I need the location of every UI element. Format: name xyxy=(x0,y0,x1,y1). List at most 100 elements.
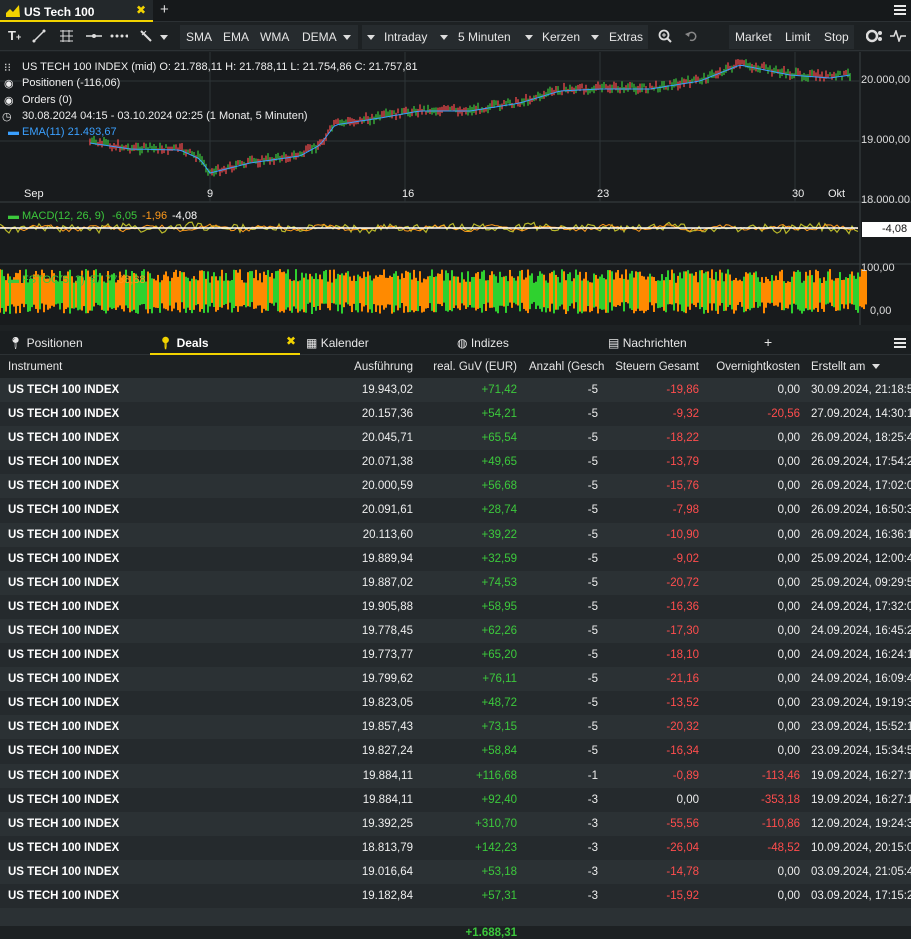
date-label-sep: Sep xyxy=(24,188,44,200)
market-order-button[interactable]: Market xyxy=(735,30,772,44)
hamburger-menu-icon[interactable] xyxy=(894,5,906,15)
dotted-line-icon[interactable] xyxy=(110,31,128,41)
table-row[interactable]: US TECH 100 INDEX 19.827,24 +58,84 -5 -16,34… xyxy=(0,739,911,764)
positions-toggle-icon[interactable]: ◉ xyxy=(4,77,14,90)
tab-news[interactable]: ▤ Nachrichten xyxy=(608,336,687,350)
tax-cell: -15,92 xyxy=(666,889,699,902)
deals-pin-icon: 📍︎ xyxy=(158,336,174,350)
positions-label[interactable]: Positionen (-116,06) xyxy=(22,77,120,89)
table-row[interactable]: US TECH 100 INDEX 19.889,94 +32,59 -5 -9,02 0… xyxy=(0,546,911,571)
col-tax[interactable]: Steuern Gesamt xyxy=(615,361,699,373)
table-row[interactable]: US TECH 100 INDEX 19.884,11 +92,40 -3 0,00 -3… xyxy=(0,787,911,812)
ema-button[interactable]: EMA xyxy=(223,30,249,44)
execution-cell: 19.889,94 xyxy=(361,552,413,565)
instrument-cell: US TECH 100 INDEX xyxy=(8,769,120,782)
drawing-tools-dropdown-icon[interactable] xyxy=(157,30,168,44)
stop-order-button[interactable]: Stop xyxy=(824,30,849,44)
interval-select[interactable]: 5 Minuten xyxy=(458,30,511,44)
tax-cell: -18,10 xyxy=(666,649,699,662)
table-row[interactable]: US TECH 100 INDEX 20.045,71 +65,54 -5 -18,22… xyxy=(0,426,911,451)
qty-cell: -5 xyxy=(587,528,598,541)
table-row[interactable]: US TECH 100 INDEX 19.905,88 +58,95 -5 -16,36… xyxy=(0,594,911,619)
qty-cell: -5 xyxy=(587,600,598,613)
price-label-20000: 20.000,00 xyxy=(861,74,910,86)
price-pane xyxy=(0,52,860,202)
line-tool-icon[interactable] xyxy=(32,29,46,43)
col-execution[interactable]: Ausführung xyxy=(354,361,413,373)
col-pnl[interactable]: real. GuV (EUR) xyxy=(433,361,517,373)
horizontal-line-icon[interactable] xyxy=(86,31,102,41)
extras-menu[interactable]: Extras xyxy=(609,30,643,44)
tab-calendar[interactable]: ▦ Kalender xyxy=(306,336,369,350)
table-row[interactable]: US TECH 100 INDEX 20.091,61 +28,74 -5 -7,98 0… xyxy=(0,498,911,523)
stoch-legend-marker: ▬ xyxy=(8,274,19,286)
tab-indices-label: Indizes xyxy=(470,336,509,350)
table-row[interactable]: US TECH 100 INDEX 19.943,02 +71,42 -5 -19,86… xyxy=(0,378,911,403)
created-cell: 23.09.2024, 19:19:36 xyxy=(811,697,911,710)
table-row[interactable]: US TECH 100 INDEX 18.813,79 +142,23 -3 -26,0… xyxy=(0,835,911,860)
panel-menu-icon[interactable] xyxy=(894,338,906,348)
wma-button[interactable]: WMA xyxy=(260,30,289,44)
indicators-dropdown-icon[interactable] xyxy=(340,30,351,44)
table-row[interactable]: US TECH 100 INDEX 19.778,45 +62,26 -5 -17,30… xyxy=(0,618,911,644)
table-row[interactable]: US TECH 100 INDEX 19.799,62 +76,11 -5 -21,16… xyxy=(0,667,911,692)
created-cell: 12.09.2024, 19:24:38 xyxy=(811,817,911,830)
close-tab-icon[interactable]: ✖ xyxy=(136,3,146,17)
tab-us-tech-100[interactable]: US Tech 100 ✖ xyxy=(0,0,153,22)
table-row[interactable]: US TECH 100 INDEX 19.884,11 +116,68 -1 -0,89… xyxy=(0,763,911,788)
overnight-cell: 0,00 xyxy=(777,889,800,902)
col-instrument[interactable]: Instrument xyxy=(8,361,62,373)
table-row[interactable]: US TECH 100 INDEX 20.000,59 +56,68 -5 -15,76… xyxy=(0,474,911,499)
tab-positions-label: Positionen xyxy=(26,336,83,350)
period-select[interactable]: Intraday xyxy=(384,30,427,44)
text-tool-icon[interactable]: T+ xyxy=(8,28,21,43)
chart-type-dropdown-icon[interactable] xyxy=(525,30,533,44)
table-row[interactable]: US TECH 100 INDEX 19.182,84 +57,31 -3 -15,92… xyxy=(0,883,911,909)
limit-order-button[interactable]: Limit xyxy=(785,30,810,44)
col-created[interactable]: Erstellt am xyxy=(811,361,880,373)
new-tab-button[interactable]: + xyxy=(160,1,169,18)
pnl-cell: +116,68 xyxy=(475,769,517,782)
period-dropdown-icon[interactable] xyxy=(367,30,375,44)
chart-settings-icon[interactable] xyxy=(866,29,884,43)
sort-desc-icon xyxy=(871,364,880,370)
table-row[interactable]: US TECH 100 INDEX 19.887,02 +74,53 -5 -20,72… xyxy=(0,570,911,595)
tab-indices[interactable]: ◍ Indizes xyxy=(457,336,509,350)
overnight-cell: -20,56 xyxy=(767,408,800,421)
table-row[interactable]: US TECH 100 INDEX 19.392,25 +310,70 -3 -55,5… xyxy=(0,811,911,836)
table-row[interactable]: US TECH 100 INDEX 20.113,60 +39,22 -5 -10,90… xyxy=(0,522,911,547)
execution-cell: 19.905,88 xyxy=(361,600,413,613)
dema-button[interactable]: DEMA xyxy=(302,30,337,44)
indicator-wave-icon[interactable] xyxy=(890,30,906,42)
date-label-9: 9 xyxy=(207,188,214,200)
created-cell: 25.09.2024, 12:00:41 xyxy=(811,552,911,565)
orders-label[interactable]: Orders (0) xyxy=(22,94,72,106)
created-cell: 27.09.2024, 14:30:12 xyxy=(811,408,911,421)
globe-icon: ◍ xyxy=(457,336,468,350)
table-row[interactable]: US TECH 100 INDEX 19.857,43 +73,15 -5 -20,32… xyxy=(0,715,911,740)
sma-button[interactable]: SMA xyxy=(186,30,212,44)
execution-cell: 19.392,25 xyxy=(361,817,413,830)
table-row[interactable]: US TECH 100 INDEX 19.823,05 +48,72 -5 -13,52… xyxy=(0,691,911,716)
table-row[interactable]: US TECH 100 INDEX 20.157,36 +54,21 -5 -9,32 -… xyxy=(0,402,911,427)
interval-dropdown-icon[interactable] xyxy=(440,30,448,44)
zoom-icon[interactable] xyxy=(658,29,672,43)
table-row[interactable]: US TECH 100 INDEX 19.773,77 +65,20 -5 -18,10… xyxy=(0,643,911,668)
qty-cell: -5 xyxy=(587,384,598,396)
extras-dropdown-icon[interactable] xyxy=(591,30,599,44)
close-deals-tab-icon[interactable]: ✖ xyxy=(286,334,296,348)
table-row[interactable]: US TECH 100 INDEX 20.071,38 +49,65 -5 -13,79… xyxy=(0,450,911,475)
add-panel-tab-button[interactable]: + xyxy=(764,334,772,350)
price-chart[interactable]: ⁝⁝ US TECH 100 INDEX (mid) O: 21.788,11 … xyxy=(0,52,911,325)
undo-icon[interactable] xyxy=(685,30,698,42)
chart-type-select[interactable]: Kerzen xyxy=(542,30,580,44)
col-overnight[interactable]: Overnightkosten xyxy=(716,361,800,373)
table-row[interactable]: US TECH 100 INDEX 19.016,64 +53,18 -3 -14,78… xyxy=(0,859,911,884)
tab-positions[interactable]: 📍︎ Positionen xyxy=(8,336,83,350)
created-cell: 26.09.2024, 16:36:17 xyxy=(811,528,911,541)
orders-toggle-icon[interactable]: ◉ xyxy=(4,94,14,107)
pen-tool-icon[interactable] xyxy=(139,29,153,43)
fibonacci-tool-icon[interactable] xyxy=(59,29,74,43)
col-qty[interactable]: Anzahl (Geschl xyxy=(529,361,605,373)
tab-deals[interactable]: 📍︎ Deals ✖ xyxy=(150,331,300,355)
